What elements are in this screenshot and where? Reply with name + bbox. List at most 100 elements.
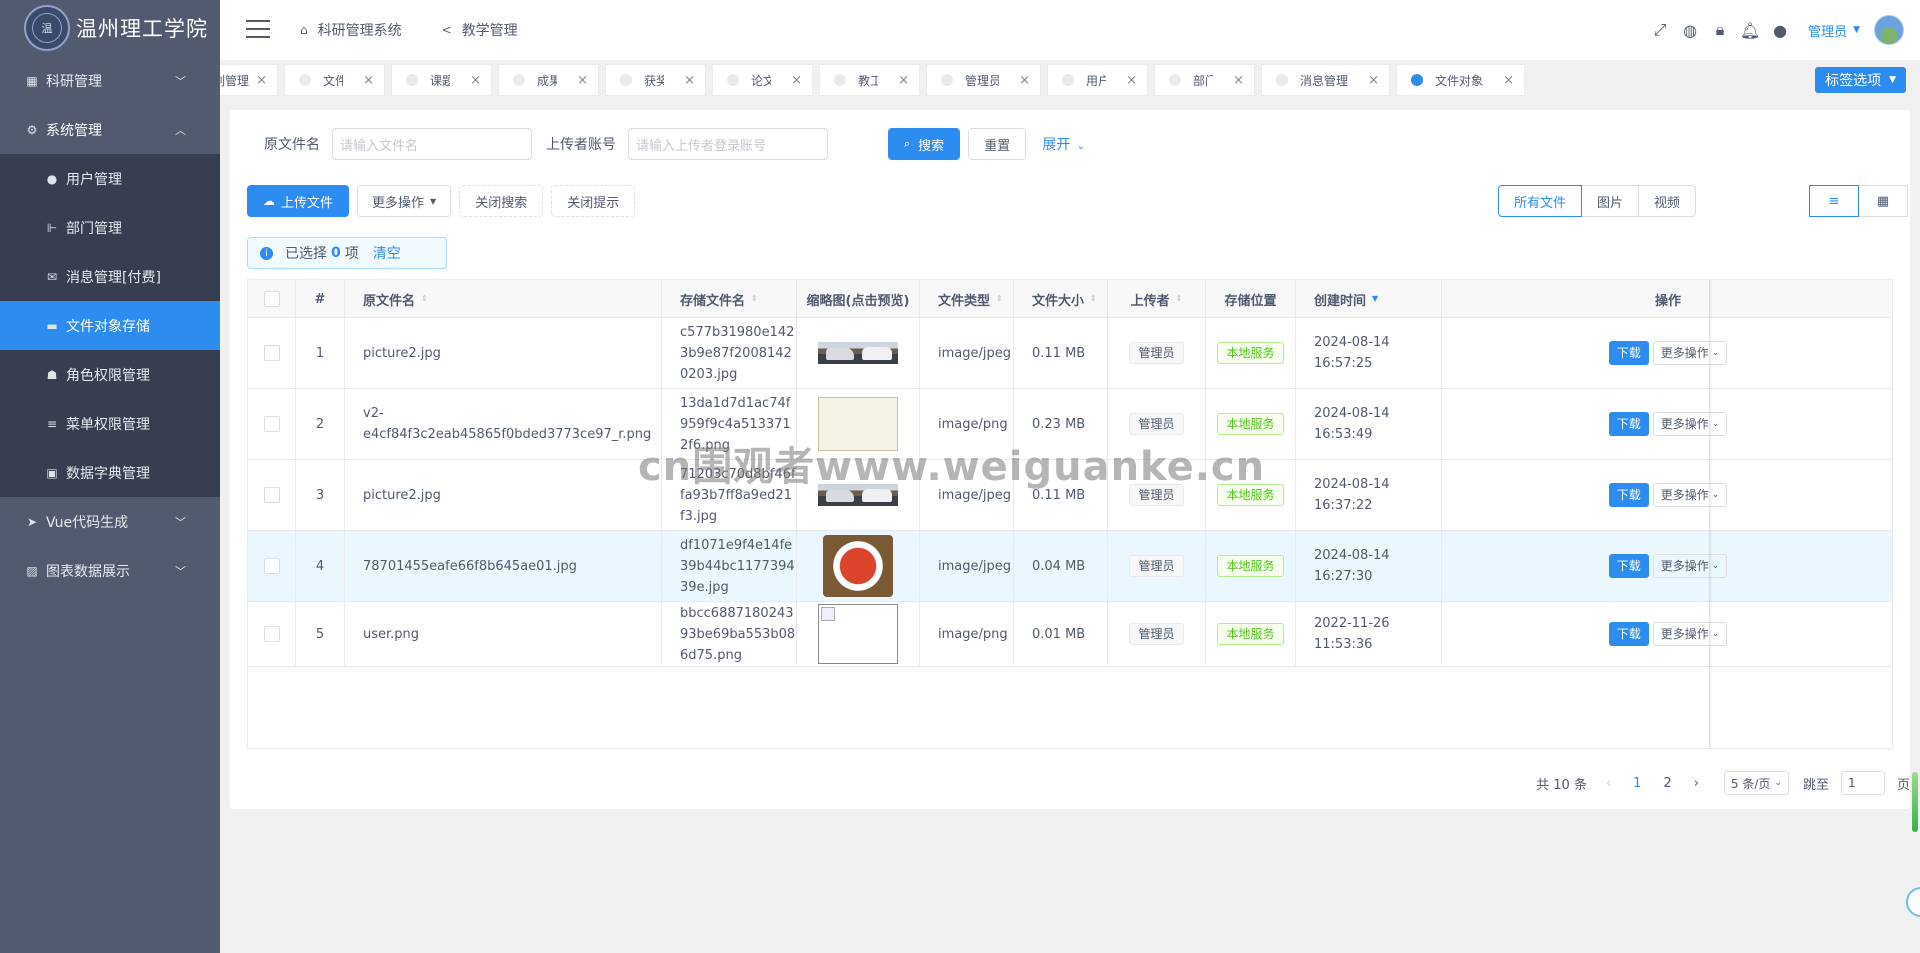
filter-videos[interactable]: 视频 [1637,185,1696,217]
row-checkbox[interactable] [263,558,280,574]
more-actions-button[interactable]: 更多操作 ⌄ [1652,622,1728,646]
close-icon[interactable]: × [577,73,588,88]
top-nav-research[interactable]: ⌂ 科研管理系统 [300,20,402,40]
tab-11[interactable]: 文件对象存储 × [1396,64,1525,96]
caret-down-icon[interactable]: ▼ [1853,25,1860,35]
expand-link[interactable]: 展开 ⌄ [1042,134,1085,154]
tab-8[interactable]: 用户管理 × [1047,64,1148,96]
row-checkbox[interactable] [263,487,280,503]
column-header[interactable]: 文件大小 ⇕ [1014,280,1108,318]
clear-selection-link[interactable]: 清空 [373,243,401,263]
reset-button[interactable]: 重置 [968,128,1027,160]
row-checkbox[interactable] [263,345,280,361]
close-icon[interactable]: × [898,73,909,88]
floating-button[interactable] [1906,887,1920,917]
table-row[interactable]: 4 78701455eafe66f8b645ae01.jpg df1071e9f4e… [248,531,1892,602]
sidebar-subitem-1[interactable]: ⊩ 部门管理 [0,203,220,252]
sidebar-subitem-6[interactable]: ▣ 数据字典管理 [0,448,220,497]
close-icon[interactable]: × [684,73,695,88]
download-button[interactable]: 下载 [1608,341,1649,365]
more-actions-button[interactable]: 更多操作 ⌄ [1652,341,1728,365]
sidebar-subitem-0[interactable]: ● 用户管理 [0,154,220,203]
list-view-icon[interactable]: ≡ [1809,185,1859,217]
thumbnail-image[interactable] [818,342,898,364]
table-row[interactable]: 1 picture2.jpg c577b31980e1423b9e87f200814… [248,318,1892,389]
scrollbar[interactable] [1912,772,1918,832]
tab-9[interactable]: 部门管理 × [1154,64,1255,96]
row-checkbox[interactable] [263,416,280,432]
sort-icon[interactable]: ⇕ [996,295,1003,303]
tab-0[interactable]: 列管理 × [220,64,278,96]
sort-icon[interactable]: ⇕ [1176,295,1183,303]
download-button[interactable]: 下载 [1608,412,1649,436]
search-button[interactable]: ⌕ 搜索 [888,128,961,160]
more-actions-button[interactable]: 更多操作 ⌄ [1652,554,1728,578]
table-row[interactable]: 5 user.png bbcc688718024393be69ba553b086d7… [248,602,1892,667]
download-button[interactable]: 下载 [1608,554,1649,578]
sort-icon[interactable]: ⇕ [1090,295,1097,303]
more-actions-button[interactable]: 更多操作 ⌄ [1652,412,1728,436]
column-header[interactable]: # [296,280,345,318]
hamburger-menu-icon[interactable] [246,20,270,38]
close-icon[interactable]: × [1126,73,1137,88]
page-size-select[interactable]: 5 条/页 ⌄ [1723,771,1789,795]
sort-icon[interactable]: ⇕ [421,295,428,303]
tab-7[interactable]: 管理员管理 × [926,64,1041,96]
close-icon[interactable]: × [1019,73,1030,88]
broken-image-icon[interactable] [818,604,898,664]
sort-icon[interactable]: ⇕ [751,295,758,303]
tab-3[interactable]: 成果管理 × [498,64,599,96]
column-header[interactable]: 创建时间 ▼ [1296,280,1442,318]
close-icon[interactable]: × [256,73,267,88]
sidebar-subitem-4[interactable]: ☗ 角色权限管理 [0,350,220,399]
fullscreen-icon[interactable]: ⤢ [1650,20,1670,40]
page-1[interactable]: 1 [1633,776,1641,791]
download-button[interactable]: 下载 [1608,483,1649,507]
lock-icon[interactable]: 🔒︎ [1710,20,1730,40]
column-header[interactable]: 操作 [1442,280,1894,318]
user-name[interactable]: 管理员 [1808,21,1847,40]
filter-images[interactable]: 图片 [1580,185,1639,217]
close-search-button[interactable]: 关闭搜索 [459,185,544,217]
tag-options-button[interactable]: 标签选项 ▼ [1815,67,1906,93]
grid-view-icon[interactable]: ▦ [1858,185,1908,217]
thumbnail-image[interactable] [823,535,893,597]
close-icon[interactable]: × [363,73,374,88]
next-page-icon[interactable]: › [1694,776,1699,791]
more-actions-button[interactable]: 更多操作 ⌄ [1652,483,1728,507]
jump-input[interactable]: 1 [1840,771,1885,795]
sort-icon[interactable]: ▼ [1372,295,1378,303]
uploader-input[interactable]: 请输入上传者登录账号 [628,128,828,160]
sidebar-subitem-5[interactable]: ≡ 菜单权限管理 [0,399,220,448]
close-icon[interactable]: × [1368,73,1379,88]
sidebar-subitem-2[interactable]: ✉ 消息管理[付费] [0,252,220,301]
tab-6[interactable]: 教工管理 × [819,64,920,96]
filter-all-files[interactable]: 所有文件 [1497,185,1582,217]
sidebar-subitem-3[interactable]: ▬ 文件对象存储 [0,301,220,350]
close-tip-button[interactable]: 关闭提示 [551,185,636,217]
top-nav-teaching[interactable]: < 教学管理 [442,20,518,40]
tab-4[interactable]: 获奖管理 × [605,64,706,96]
page-2[interactable]: 2 [1663,776,1671,791]
close-icon[interactable]: × [1503,73,1514,88]
tab-1[interactable]: 文件管理 × [284,64,385,96]
bell-icon[interactable]: 🔔︎ [1740,20,1760,40]
download-button[interactable]: 下载 [1608,622,1649,646]
tab-10[interactable]: 消息管理[付费] × [1261,64,1390,96]
column-header[interactable]: 原文件名 ⇕ [345,280,662,318]
more-actions-dropdown[interactable]: 更多操作 ▼ [357,185,452,217]
sidebar-item-0[interactable]: ▦ 科研管理 ﹀ [0,56,220,105]
globe-icon[interactable]: ◍ [1680,20,1700,40]
avatar[interactable] [1874,15,1904,45]
prev-page-icon[interactable]: ‹ [1606,776,1611,791]
row-checkbox[interactable] [263,626,280,642]
column-header[interactable]: 文件类型 ⇕ [920,280,1014,318]
sidebar-item-1[interactable]: ⚙ 系统管理 ︿ [0,105,220,154]
column-header[interactable]: 上传者 ⇕ [1108,280,1206,318]
column-header[interactable]: 存储位置 [1206,280,1296,318]
select-all-checkbox[interactable] [263,291,280,307]
tab-2[interactable]: 课题管理 × [391,64,492,96]
column-header[interactable]: 缩略图(点击预览) [797,280,920,318]
close-icon[interactable]: × [470,73,481,88]
tab-5[interactable]: 论文管理 × [712,64,813,96]
